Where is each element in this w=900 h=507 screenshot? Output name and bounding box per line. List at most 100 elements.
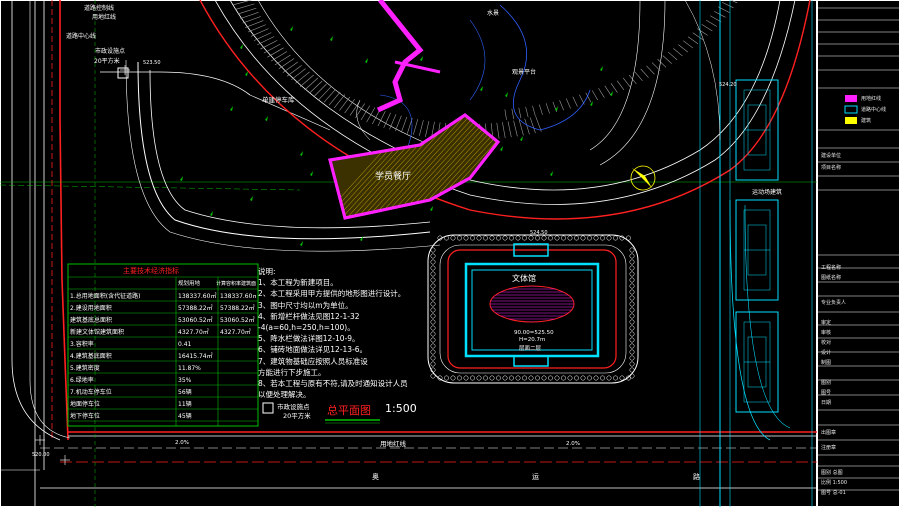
tree-symbol bbox=[430, 361, 436, 367]
title-block-field: 日期 bbox=[821, 400, 832, 406]
table-cell: 1.总用地面积(含代征道路) bbox=[70, 293, 141, 300]
seating-step bbox=[662, 55, 672, 64]
cad-viewport[interactable]: 道路控制线 用地红线 道路中心线 市政设施点 20平方米 单建停车库 水景 观景… bbox=[0, 0, 900, 507]
tree-symbol bbox=[470, 235, 475, 241]
seating-step bbox=[513, 120, 518, 137]
hatch-line bbox=[469, 115, 498, 218]
table-cell: 11辆 bbox=[178, 401, 192, 408]
tree-symbol bbox=[629, 289, 635, 295]
tree-symbol bbox=[629, 283, 635, 289]
seating-step bbox=[525, 106, 529, 118]
seating-step bbox=[282, 61, 298, 73]
spot-marker bbox=[240, 44, 243, 49]
seating-step bbox=[366, 107, 376, 123]
title-block-field: 注册章 bbox=[821, 445, 837, 451]
tree-symbol bbox=[528, 375, 534, 381]
tree-symbol bbox=[629, 325, 635, 331]
seating-step bbox=[401, 116, 408, 133]
label-culture-hall: 文体馆 bbox=[512, 274, 536, 283]
seating-step bbox=[634, 71, 643, 81]
seating-step bbox=[291, 68, 306, 81]
seating-step bbox=[572, 96, 578, 107]
table-cell: 138337.60㎡ bbox=[220, 293, 256, 300]
tree-symbol bbox=[629, 277, 635, 283]
hatch-line bbox=[505, 110, 605, 220]
tree-symbol bbox=[587, 375, 592, 381]
label-utility-point-top: 市政设施点 bbox=[95, 48, 126, 55]
tree-symbol bbox=[561, 375, 566, 381]
seating-step bbox=[240, 12, 259, 19]
seating-step bbox=[304, 77, 319, 91]
seating-step bbox=[518, 107, 522, 119]
spot-marker bbox=[500, 146, 503, 151]
tree-symbol bbox=[528, 235, 534, 241]
tree-symbol bbox=[629, 253, 635, 259]
seating-step bbox=[318, 86, 332, 100]
seating-step bbox=[267, 47, 284, 58]
label-utility-area-top: 20平方米 bbox=[94, 58, 120, 65]
label-utility-area-bottom: 20平方米 bbox=[283, 412, 311, 420]
design-notes: 说明: 1、本工程为新建项目。 2、本工程采用甲方提供的地形图进行设计。 3、图中尺… bbox=[258, 266, 428, 400]
panel-bottom-3: 图号 总-01 bbox=[821, 490, 846, 496]
tree-symbol bbox=[489, 235, 495, 241]
seating-step bbox=[395, 115, 402, 132]
spot-marker bbox=[480, 86, 483, 91]
panel-bottom-2: 比例 1:500 bbox=[821, 480, 847, 486]
table-header-2: 计算容积率建筑面积 bbox=[216, 281, 256, 287]
title-block-field: 图别 bbox=[821, 380, 832, 386]
road-slope-left: 2.0% bbox=[175, 440, 189, 446]
legend-1: 用地红线 bbox=[861, 96, 882, 102]
title-block-field: 审定 bbox=[821, 320, 832, 326]
tree-symbol bbox=[430, 301, 436, 307]
seating-step bbox=[313, 83, 327, 97]
tree-symbol bbox=[629, 301, 635, 307]
panel-bottom-1: 图别 总图 bbox=[821, 470, 843, 476]
table-cell: 地面停车位 bbox=[70, 401, 101, 408]
notes-line: -4(a=60,h=250,h=100)。 bbox=[258, 323, 355, 333]
spot-marker bbox=[600, 66, 603, 71]
tree-symbol bbox=[430, 307, 436, 313]
tree-symbol bbox=[629, 265, 635, 271]
tree-symbol bbox=[629, 271, 635, 277]
spot-marker bbox=[210, 211, 213, 216]
notes-line: 3、图中尺寸均以m为单位。 bbox=[258, 300, 353, 310]
table-cell: 4327.70㎡ bbox=[178, 329, 209, 336]
label-dining-hall: 学员餐厅 bbox=[375, 172, 412, 182]
title-block-field: 审核 bbox=[821, 330, 832, 336]
table-cell: 新建文体馆建筑面积 bbox=[70, 329, 125, 336]
seating-step bbox=[237, 7, 257, 15]
tree-symbol bbox=[496, 375, 501, 381]
table-cell: 0.41 bbox=[178, 341, 192, 348]
tree-symbol bbox=[430, 373, 436, 379]
title-block-field: 校对 bbox=[821, 340, 832, 346]
seating-step bbox=[683, 40, 694, 49]
label-culture-elev: 90.00=525.50 bbox=[514, 330, 554, 336]
label-culture-h: H=20.7m bbox=[519, 337, 546, 343]
tree-symbol bbox=[483, 375, 488, 381]
tree-symbol bbox=[574, 235, 579, 241]
tree-symbol bbox=[476, 235, 482, 241]
spot-marker bbox=[265, 116, 268, 121]
notes-line: 5、降水栏做法详图12-10-9。 bbox=[258, 334, 360, 344]
title-block-field: 项目名称 bbox=[821, 165, 842, 171]
tree-symbol bbox=[430, 331, 436, 337]
tree-symbol bbox=[430, 271, 436, 277]
tree-symbol bbox=[450, 235, 456, 241]
tree-symbol bbox=[606, 235, 612, 241]
seating-step bbox=[565, 98, 571, 109]
tree-symbol bbox=[502, 235, 508, 241]
tree-symbol bbox=[430, 253, 436, 259]
seating-step bbox=[412, 119, 419, 135]
seating-step bbox=[559, 100, 564, 111]
notes-line: 2、本工程采用甲方提供的地形图进行设计。 bbox=[258, 289, 406, 299]
seating-step bbox=[274, 54, 291, 66]
seating-step bbox=[504, 109, 507, 120]
title-block-field: 专业负责人 bbox=[821, 300, 847, 306]
table-cell: 建筑基底总面积 bbox=[70, 317, 113, 324]
seating-step bbox=[507, 121, 512, 138]
table-title: 主要技术经济指标 bbox=[123, 267, 179, 275]
tree-symbol bbox=[430, 283, 436, 289]
tree-symbol bbox=[522, 235, 527, 241]
seating-step bbox=[260, 40, 278, 50]
tree-symbol bbox=[629, 355, 635, 361]
